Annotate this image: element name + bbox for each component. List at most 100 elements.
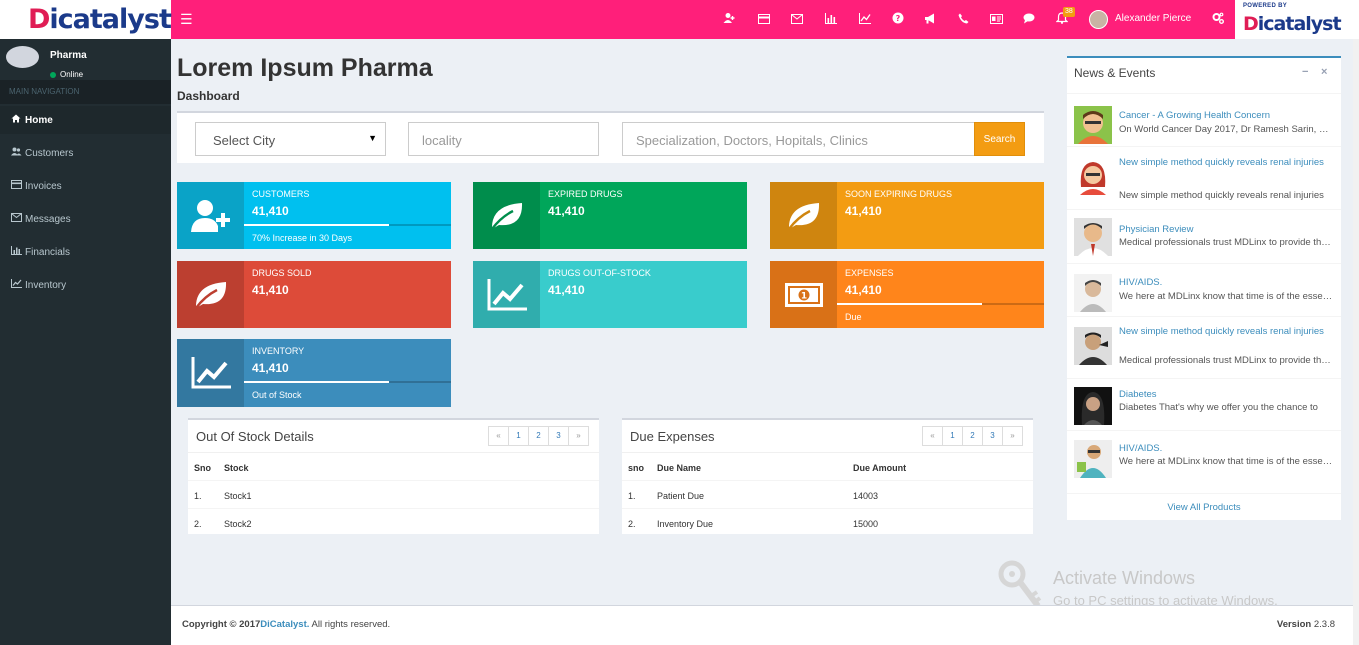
pager-page-3[interactable]: 3 xyxy=(548,426,569,446)
pager-page-3[interactable]: 3 xyxy=(982,426,1003,446)
line-chart-icon xyxy=(11,279,25,291)
user-name-link[interactable]: Alexander Pierce xyxy=(1115,13,1191,24)
info-box-label: DRUGS SOLD xyxy=(252,268,312,278)
column-header: sno xyxy=(628,463,645,473)
table-cell: 14003 xyxy=(853,491,879,501)
collapse-icon[interactable]: − xyxy=(1302,66,1308,78)
credit-card-icon[interactable] xyxy=(755,11,773,29)
info-box-inventory[interactable]: INVENTORY 41,410 Out of Stock xyxy=(177,339,451,407)
pager-page-1[interactable]: 1 xyxy=(942,426,963,446)
info-box-customers[interactable]: CUSTOMERS 41,410 70% Increase in 30 Days xyxy=(177,182,451,249)
city-select[interactable]: Select City ▼ xyxy=(195,122,386,156)
news-title[interactable]: Cancer - A Growing Health Concern xyxy=(1119,108,1334,123)
news-item[interactable]: New simple method quickly reveals renal … xyxy=(1067,146,1341,209)
add-user-icon[interactable] xyxy=(720,11,738,29)
settings-gears-icon[interactable] xyxy=(1209,11,1227,29)
sidebar-item-inventory[interactable]: Inventory xyxy=(0,271,171,299)
pager-page-2[interactable]: 2 xyxy=(528,426,549,446)
copyright-suffix: All rights reserved. xyxy=(309,619,391,630)
top-navbar: Dicatalyst ☰ ? 38 Alexander Pierce POWER… xyxy=(0,0,1359,39)
sidebar-item-messages[interactable]: Messages xyxy=(0,205,171,233)
info-box-value: 41,410 xyxy=(252,204,289,218)
table-cell: 2. xyxy=(194,519,202,529)
table-row: 2. Stock2 xyxy=(188,508,599,536)
version-number: 2.3.8 xyxy=(1313,619,1335,630)
table-cell: Stock2 xyxy=(224,519,252,529)
page-subtitle: Dashboard xyxy=(177,89,240,103)
locality-input[interactable]: locality xyxy=(408,122,599,156)
bullhorn-icon[interactable] xyxy=(921,11,939,29)
phone-icon[interactable] xyxy=(954,11,972,29)
info-box-expenses[interactable]: 1 EXPENSES 41,410 Due xyxy=(770,261,1044,328)
search-button[interactable]: Search xyxy=(974,122,1025,156)
help-icon[interactable]: ? xyxy=(889,11,907,29)
news-title[interactable]: New simple method quickly reveals renal … xyxy=(1119,324,1334,339)
news-description: Diabetes That's why we offer you the cha… xyxy=(1119,402,1318,413)
news-item[interactable]: Diabetes Diabetes That's why we offer yo… xyxy=(1067,378,1341,430)
brand-link[interactable]: DiCatalyst. xyxy=(260,619,309,630)
logo[interactable]: Dicatalyst xyxy=(0,0,172,39)
table-header-row: sno Due Name Due Amount xyxy=(622,452,1033,480)
sidebar-item-financials[interactable]: Financials xyxy=(0,238,171,266)
copyright-text: Copyright © 2017DiCatalyst. All rights r… xyxy=(182,619,390,630)
news-description: On World Cancer Day 2017, Dr Ramesh Sari… xyxy=(1119,124,1334,135)
column-header: Sno xyxy=(194,463,211,473)
page-footer: Copyright © 2017DiCatalyst. All rights r… xyxy=(171,605,1359,645)
pager-next[interactable]: » xyxy=(568,426,589,446)
sidebar-user-name: Pharma xyxy=(50,50,87,61)
info-box-progress xyxy=(244,224,451,226)
info-box-drugs-sold[interactable]: DRUGS SOLD 41,410 xyxy=(177,261,451,328)
pager-next[interactable]: » xyxy=(1002,426,1023,446)
news-title[interactable]: Diabetes xyxy=(1119,387,1334,402)
info-box-label: SOON EXPIRING DRUGS xyxy=(845,189,953,199)
sidebar-item-customers[interactable]: Customers xyxy=(0,139,171,167)
pager-prev[interactable]: « xyxy=(922,426,943,446)
leaf-icon xyxy=(177,261,244,328)
pager-page-1[interactable]: 1 xyxy=(508,426,529,446)
table-row: 2. Inventory Due 15000 xyxy=(622,508,1033,536)
info-box-out-of-stock[interactable]: DRUGS OUT-OF-STOCK 41,410 xyxy=(473,261,747,328)
pager-prev[interactable]: « xyxy=(488,426,509,446)
key-icon xyxy=(998,560,1044,610)
menu-toggle-icon[interactable]: ☰ xyxy=(180,12,193,26)
close-icon[interactable]: × xyxy=(1321,66,1327,78)
news-thumbnail xyxy=(1074,106,1112,144)
info-box-label: CUSTOMERS xyxy=(252,189,310,199)
sidebar-item-invoices[interactable]: Invoices xyxy=(0,172,171,200)
info-box-expired-drugs[interactable]: EXPIRED DRUGS 41,410 xyxy=(473,182,747,249)
pager-page-2[interactable]: 2 xyxy=(962,426,983,446)
money-bill-icon: 1 xyxy=(770,261,837,328)
info-box-description: Due xyxy=(845,312,862,322)
news-item[interactable]: New simple method quickly reveals renal … xyxy=(1067,316,1341,377)
news-item[interactable]: Cancer - A Growing Health Concern On Wor… xyxy=(1067,93,1341,145)
user-avatar[interactable] xyxy=(1089,10,1108,29)
online-status-label: Online xyxy=(60,70,84,79)
info-box-value: 41,410 xyxy=(845,204,882,218)
online-dot-icon xyxy=(50,71,56,78)
news-description: New simple method quickly reveals renal … xyxy=(1119,190,1324,201)
powered-by-logo: Dicatalyst xyxy=(1243,13,1342,35)
vertical-scrollbar[interactable] xyxy=(1353,39,1359,645)
news-item[interactable]: Physician Review Medical professionals t… xyxy=(1067,209,1341,262)
view-all-products-link[interactable]: View All Products xyxy=(1067,493,1341,520)
sidebar-item-home[interactable]: Home xyxy=(0,106,171,134)
table-cell: 1. xyxy=(194,491,202,501)
bar-chart-icon[interactable] xyxy=(822,11,840,29)
news-item[interactable]: HIV/AIDS. We here at MDLinx know that ti… xyxy=(1067,430,1341,492)
news-title[interactable]: HIV/AIDS. xyxy=(1119,441,1334,456)
line-chart-icon[interactable] xyxy=(856,11,874,29)
news-title[interactable]: New simple method quickly reveals renal … xyxy=(1119,155,1334,170)
sidebar-user-panel: Pharma Online xyxy=(0,39,171,80)
progress-fill xyxy=(244,381,389,383)
info-box-soon-expiring[interactable]: SOON EXPIRING DRUGS 41,410 xyxy=(770,182,1044,249)
comment-icon[interactable] xyxy=(1020,11,1038,29)
info-box-progress xyxy=(837,303,1044,305)
mail-icon[interactable] xyxy=(788,11,806,29)
search-query-input[interactable]: Specialization, Doctors, Hopitals, Clini… xyxy=(622,122,975,156)
news-title[interactable]: Physician Review xyxy=(1119,222,1334,237)
news-title[interactable]: HIV/AIDS. xyxy=(1119,275,1334,290)
id-card-icon[interactable] xyxy=(987,11,1005,29)
news-item[interactable]: HIV/AIDS. We here at MDLinx know that ti… xyxy=(1067,263,1341,316)
news-description: We here at MDLinx know that time is of t… xyxy=(1119,291,1334,302)
home-icon xyxy=(11,114,25,126)
